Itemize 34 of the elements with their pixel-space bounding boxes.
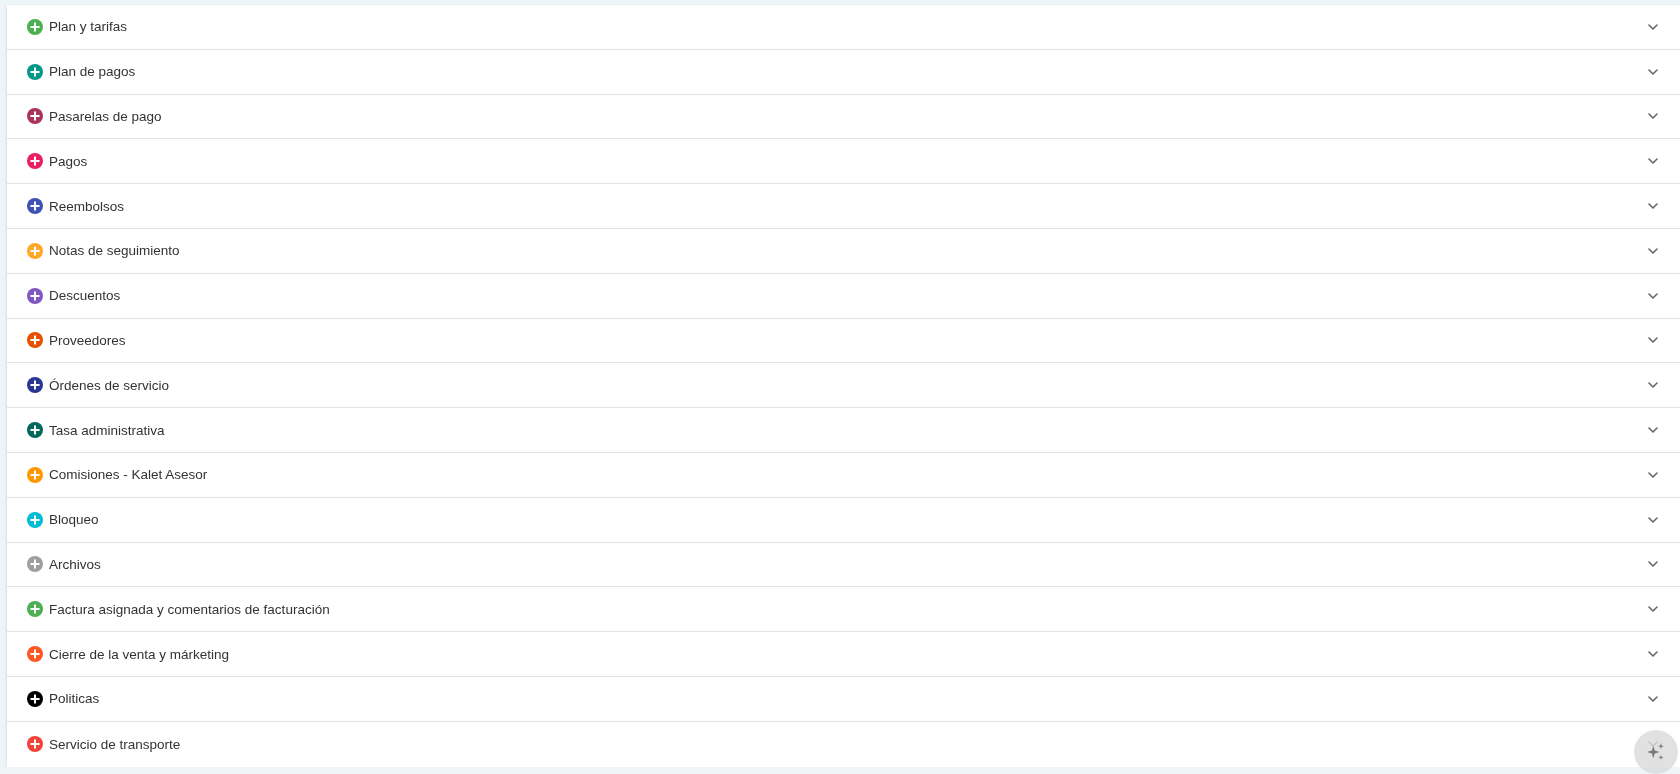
section-header[interactable]: Plan y tarifas (7, 5, 1680, 50)
section-header[interactable]: Servicio de transporte (7, 721, 1680, 767)
section-header[interactable]: Comisiones - Kalet Asesor (7, 452, 1680, 498)
chevron-down-icon (1648, 113, 1658, 120)
chevron-down-icon (1648, 471, 1658, 478)
section-header[interactable]: Pagos (7, 139, 1680, 185)
section-header[interactable]: Reembolsos (7, 184, 1680, 229)
section-header[interactable]: Cierre de la venta y márketing (7, 632, 1680, 677)
section-header[interactable]: Plan de pagos (7, 49, 1680, 95)
chevron-down-icon (1648, 606, 1658, 613)
chevron-down-icon (1648, 158, 1658, 165)
section-header[interactable]: Archivos (7, 542, 1680, 588)
chevron-down-icon (1648, 203, 1658, 210)
chevron-down-icon (1648, 561, 1658, 568)
section-header[interactable]: Notas de seguimiento (7, 229, 1680, 274)
section-header[interactable]: Factura asignada y comentarios de facturación (7, 587, 1680, 633)
section-header[interactable]: Órdenes de servicio (7, 363, 1680, 409)
chevron-down-icon (1648, 651, 1658, 658)
chevron-down-icon (1648, 292, 1658, 299)
sparkle-icon (1647, 743, 1665, 761)
chevron-down-icon (1648, 23, 1658, 30)
chevron-down-icon (1648, 337, 1658, 344)
chevron-down-icon (1648, 695, 1658, 702)
chevron-down-icon (1648, 247, 1658, 254)
section-header[interactable]: Proveedores (7, 318, 1680, 364)
chevron-down-icon (1648, 382, 1658, 389)
chevron-down-icon (1648, 427, 1658, 434)
chevron-down-icon (1648, 68, 1658, 75)
chevron-down-icon (1648, 516, 1658, 523)
section-header[interactable]: Tasa administrativa (7, 408, 1680, 453)
section-header[interactable]: Descuentos (7, 273, 1680, 319)
section-header[interactable]: Pasarelas de pago (7, 94, 1680, 140)
section-header[interactable]: Bloqueo (7, 497, 1680, 543)
section-header[interactable]: Politicas (7, 676, 1680, 722)
